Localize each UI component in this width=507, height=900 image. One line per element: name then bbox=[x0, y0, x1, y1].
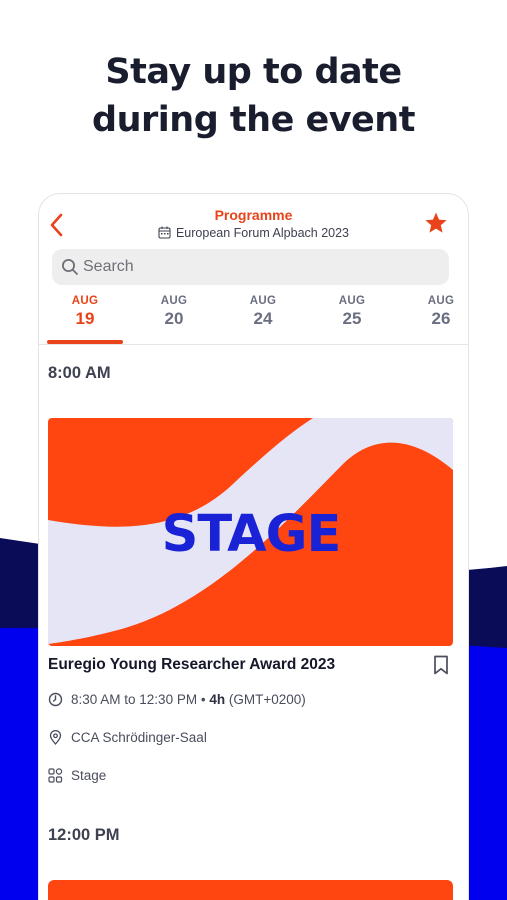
search-bar[interactable] bbox=[52, 249, 449, 285]
bookmark-button[interactable] bbox=[432, 655, 450, 675]
separator-dot: • bbox=[200, 692, 206, 707]
event-title[interactable]: Euregio Young Researcher Award 2023 bbox=[48, 656, 335, 674]
headline-line-1: Stay up to date bbox=[105, 52, 402, 92]
event-time-range: 8:30 AM to 12:30 PM bbox=[71, 692, 198, 707]
time-slot-header: 12:00 PM bbox=[48, 826, 120, 844]
map-pin-icon bbox=[49, 730, 62, 745]
bookmark-icon bbox=[434, 655, 448, 675]
top-bar: Programme European Forum Alpbach 2023 bbox=[39, 194, 468, 246]
star-icon bbox=[425, 212, 447, 233]
date-tab-aug-26[interactable]: AUG 26 bbox=[406, 295, 468, 329]
date-tabs: AUG 19 AUG 20 AUG 24 AUG 25 AUG 26 bbox=[39, 295, 468, 345]
date-tab-aug-25[interactable]: AUG 25 bbox=[317, 295, 387, 329]
event-location: CCA Schrödinger-Saal bbox=[71, 730, 207, 745]
date-day: 19 bbox=[75, 309, 95, 328]
date-day: 20 bbox=[164, 309, 184, 328]
calendar-icon bbox=[158, 226, 171, 239]
date-month: AUG bbox=[71, 295, 99, 307]
event-format: Stage bbox=[71, 768, 107, 783]
date-tab-aug-24[interactable]: AUG 24 bbox=[228, 295, 298, 329]
date-day: 26 bbox=[431, 309, 451, 328]
date-month: AUG bbox=[160, 295, 188, 307]
date-month: AUG bbox=[427, 295, 455, 307]
date-day: 25 bbox=[342, 309, 362, 328]
clock-icon bbox=[48, 692, 63, 707]
event-timezone: (GMT+0200) bbox=[228, 692, 306, 707]
date-day: 24 bbox=[253, 309, 273, 328]
event-location-row: CCA Schrödinger-Saal bbox=[48, 730, 207, 745]
event-name: European Forum Alpbach 2023 bbox=[175, 226, 350, 240]
page-title: Programme bbox=[214, 207, 293, 223]
headline-line-2: during the event bbox=[92, 100, 415, 140]
selected-indicator bbox=[47, 340, 123, 344]
event-card-partial[interactable] bbox=[48, 880, 453, 900]
search-input[interactable] bbox=[83, 249, 433, 285]
event-duration: 4h bbox=[209, 692, 226, 707]
favorites-button[interactable] bbox=[424, 211, 448, 235]
time-slot-header: 8:00 AM bbox=[48, 364, 111, 382]
grid-icon bbox=[48, 768, 63, 783]
headline: Stay up to date during the event bbox=[0, 48, 507, 144]
event-format-row: Stage bbox=[48, 768, 106, 783]
phone-screen: Programme European Forum Alpbach 2023 AU… bbox=[38, 193, 469, 900]
date-month: AUG bbox=[338, 295, 366, 307]
banner-stage-text: STAGE bbox=[162, 505, 341, 564]
date-month: AUG bbox=[249, 295, 277, 307]
date-tab-aug-20[interactable]: AUG 20 bbox=[139, 295, 209, 329]
page-subtitle: European Forum Alpbach 2023 bbox=[39, 226, 468, 240]
event-time-row: 8:30 AM to 12:30 PM • 4h (GMT+0200) bbox=[48, 692, 306, 707]
date-tab-aug-19[interactable]: AUG 19 bbox=[47, 295, 123, 344]
event-banner-image[interactable]: STAGE bbox=[48, 418, 453, 646]
search-icon bbox=[62, 259, 78, 275]
